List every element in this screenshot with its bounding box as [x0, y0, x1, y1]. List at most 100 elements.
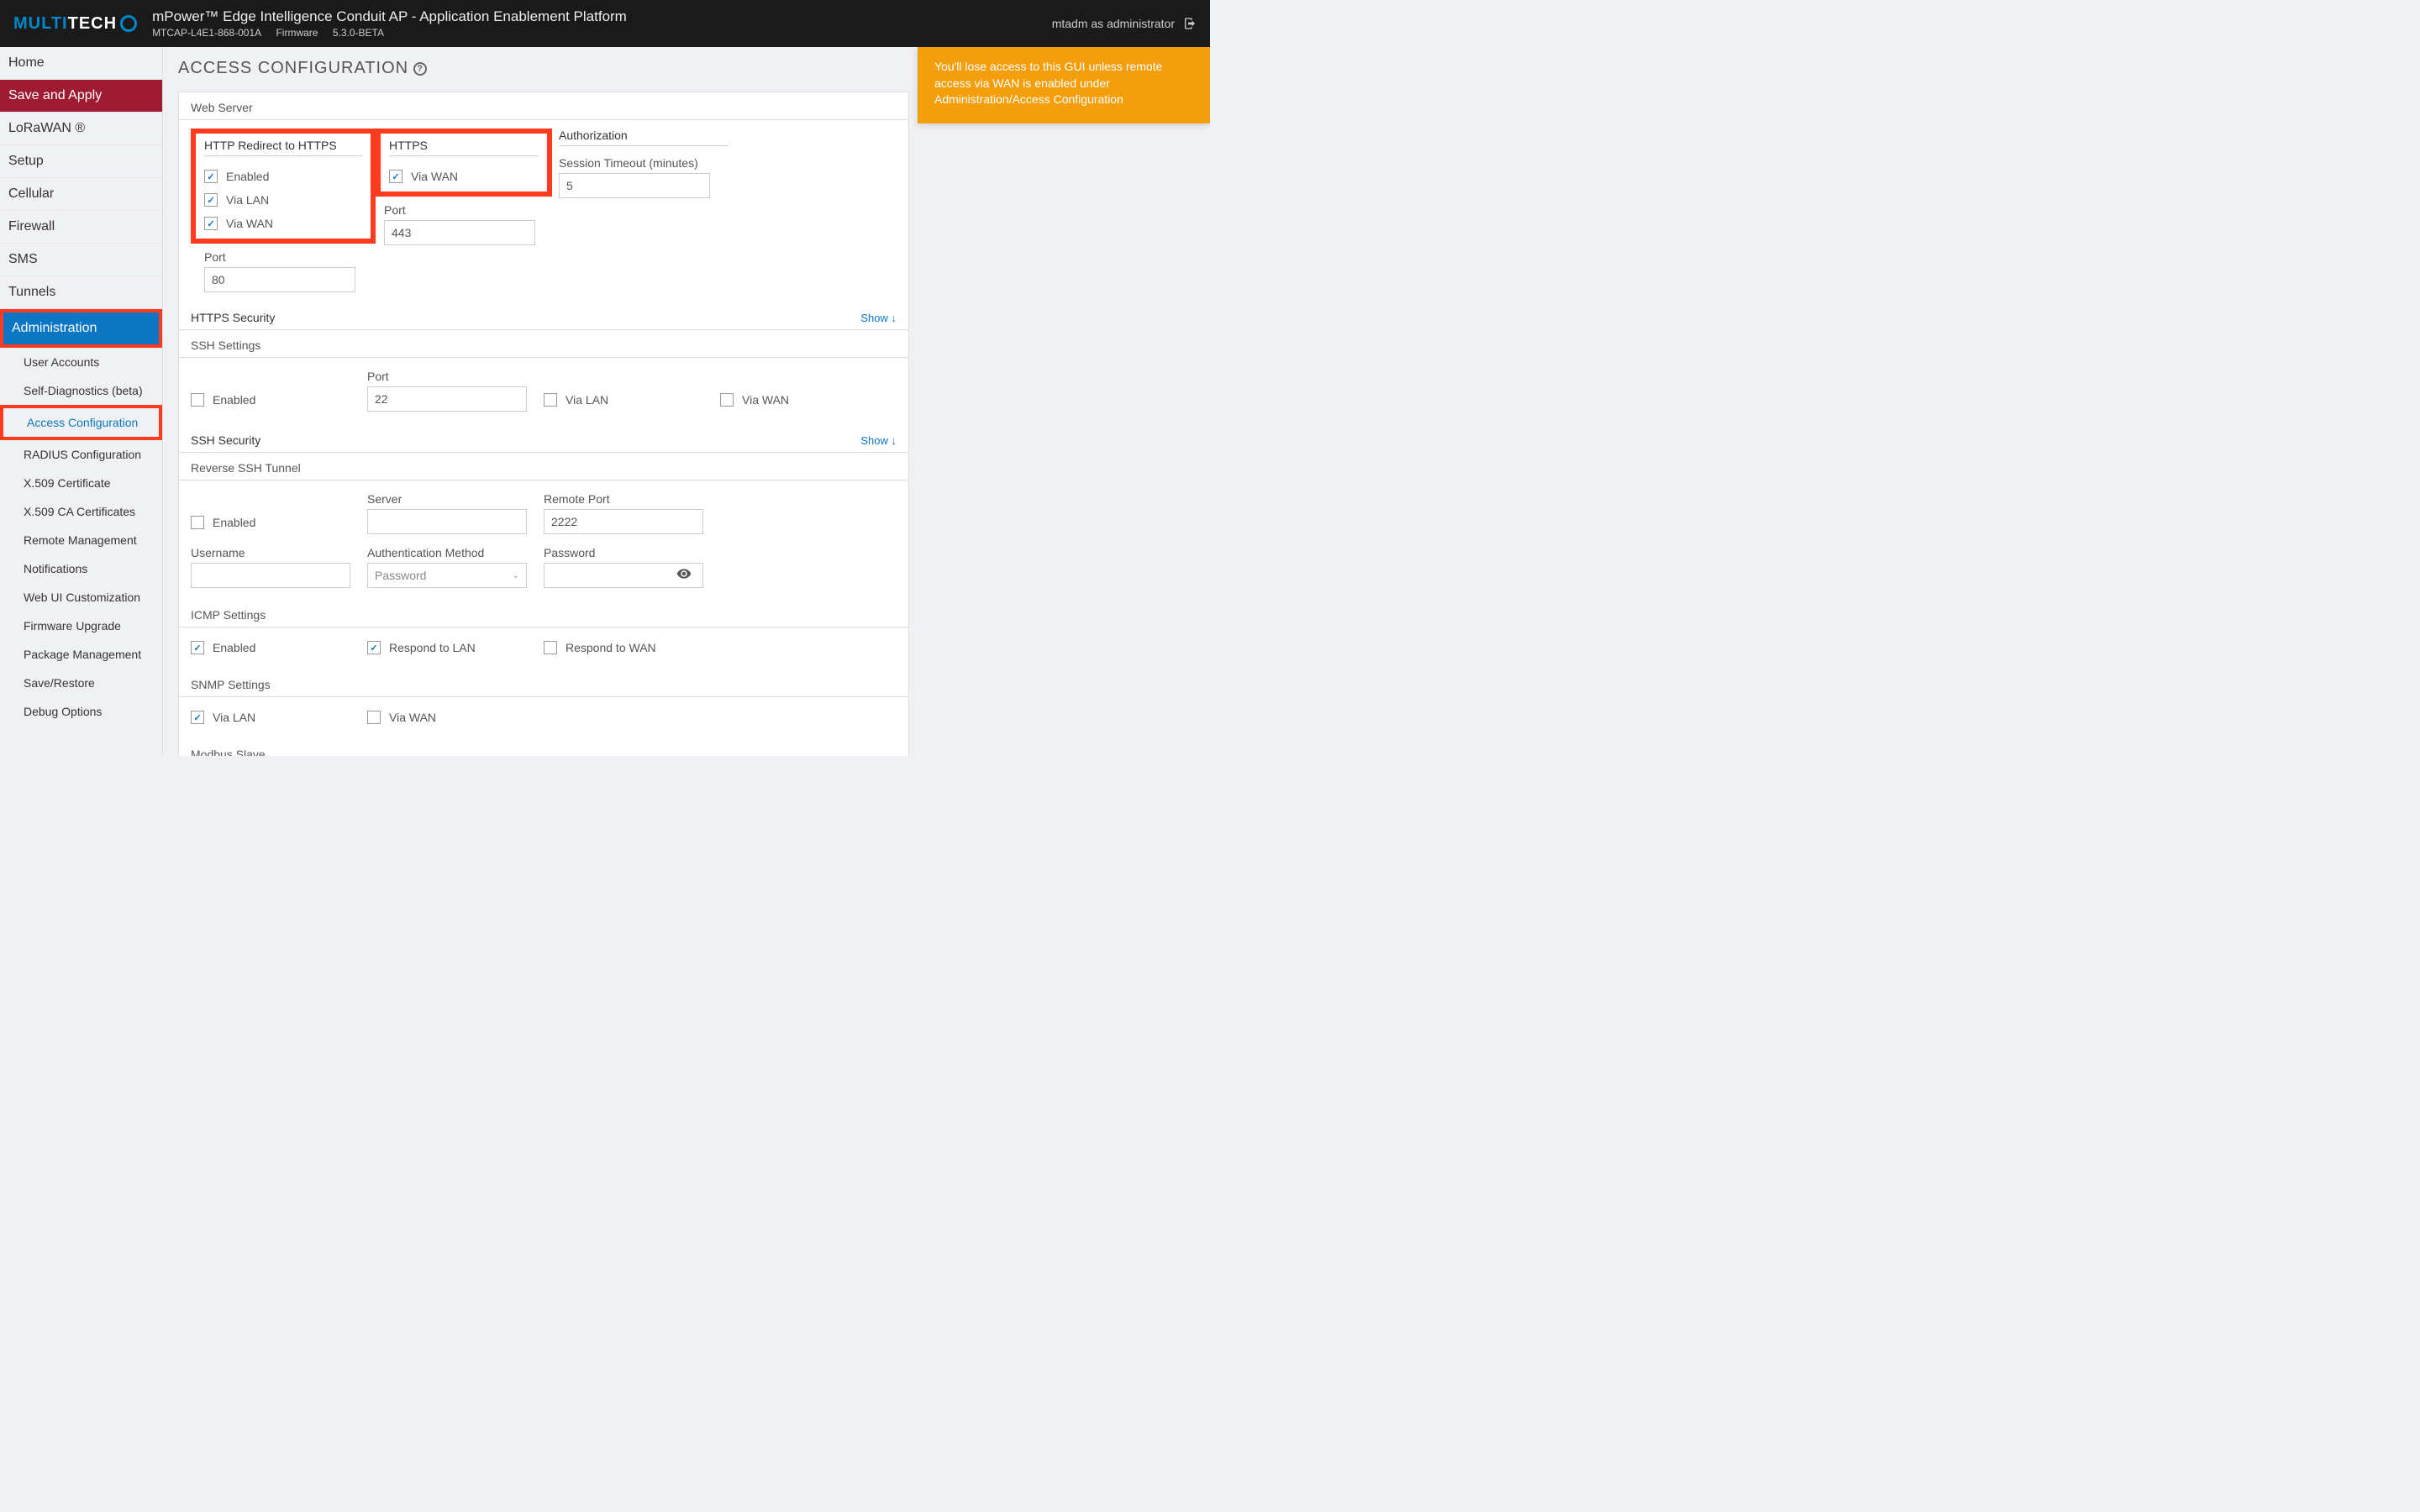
sidebar-subitem-user-accounts[interactable]: User Accounts: [0, 348, 162, 376]
label-ssh-via-wan: Via WAN: [742, 393, 789, 407]
sidebar-subitem-radius[interactable]: RADIUS Configuration: [0, 440, 162, 469]
sidebar-subitem-pkg-mgmt[interactable]: Package Management: [0, 640, 162, 669]
label-rssh-enabled: Enabled: [213, 516, 255, 529]
sidebar-subitem-remote-mgmt[interactable]: Remote Management: [0, 526, 162, 554]
subsection-https: HTTPS: [389, 139, 539, 156]
label-http-via-lan: Via LAN: [226, 193, 269, 207]
highlight-administration: Administration: [0, 309, 162, 348]
sidebar-item-save-apply[interactable]: Save and Apply: [0, 80, 162, 113]
logo[interactable]: MULTITECH: [13, 14, 137, 34]
input-session-timeout[interactable]: [559, 173, 710, 198]
top-header: MULTITECH mPower™ Edge Intelligence Cond…: [0, 0, 1210, 47]
input-ssh-port[interactable]: [367, 386, 527, 412]
input-rssh-server[interactable]: [367, 509, 527, 534]
section-web-server: Web Server: [179, 92, 908, 120]
label-ssh-enabled: Enabled: [213, 393, 255, 407]
subsection-authorization: Authorization: [559, 129, 729, 146]
ssh-security-label: SSH Security: [191, 433, 260, 447]
sidebar-subitem-x509-ca[interactable]: X.509 CA Certificates: [0, 497, 162, 526]
show-link-https-security[interactable]: Show ↓: [860, 312, 897, 324]
model-number: MTCAP-L4E1-868-001A: [152, 27, 261, 39]
sidebar-item-cellular[interactable]: Cellular: [0, 178, 162, 211]
checkbox-icmp-enabled[interactable]: [191, 641, 204, 654]
label-rssh-password: Password: [544, 543, 712, 559]
label-https-via-wan: Via WAN: [411, 170, 458, 183]
checkbox-ssh-via-wan[interactable]: [720, 393, 734, 407]
sidebar-subitem-x509-cert[interactable]: X.509 Certificate: [0, 469, 162, 497]
header-left: MULTITECH mPower™ Edge Intelligence Cond…: [13, 8, 627, 39]
sidebar-subitem-self-diag[interactable]: Self-Diagnostics (beta): [0, 376, 162, 405]
header-right: mtadm as administrator: [1052, 17, 1197, 30]
https-security-label: HTTPS Security: [191, 311, 275, 324]
chevron-down-icon: ⌄: [513, 571, 519, 580]
access-config-panel: Web Server HTTP Redirect to HTTPS Enable…: [178, 92, 909, 756]
label-rssh-server: Server: [367, 489, 544, 506]
label-snmp-via-wan: Via WAN: [389, 711, 436, 724]
input-https-port[interactable]: [384, 220, 535, 245]
label-ssh-via-lan: Via LAN: [566, 393, 608, 407]
label-rssh-username: Username: [191, 543, 367, 559]
input-http-port[interactable]: [204, 267, 355, 292]
checkbox-snmp-via-lan[interactable]: [191, 711, 204, 724]
label-http-via-wan: Via WAN: [226, 217, 273, 230]
main-content: You'll lose access to this GUI unless re…: [163, 47, 1210, 756]
highlight-access-config: Access Configuration: [0, 405, 162, 440]
checkbox-ssh-enabled[interactable]: [191, 393, 204, 407]
product-title: mPower™ Edge Intelligence Conduit AP - A…: [152, 8, 627, 25]
label-rssh-remote-port: Remote Port: [544, 489, 720, 506]
sidebar-item-lorawan[interactable]: LoRaWAN ®: [0, 113, 162, 145]
firmware-version: 5.3.0-BETA: [333, 27, 384, 39]
sidebar-subitem-fw-upgrade[interactable]: Firmware Upgrade: [0, 612, 162, 640]
sidebar-item-home[interactable]: Home: [0, 47, 162, 80]
checkbox-rssh-enabled[interactable]: [191, 516, 204, 529]
sidebar-subitem-webui[interactable]: Web UI Customization: [0, 583, 162, 612]
checkbox-http-via-wan[interactable]: [204, 217, 218, 230]
checkbox-snmp-via-wan[interactable]: [367, 711, 381, 724]
sidebar-item-tunnels[interactable]: Tunnels: [0, 276, 162, 309]
eye-icon[interactable]: [676, 566, 692, 581]
label-http-port: Port: [204, 247, 362, 264]
warning-notification: You'll lose access to this GUI unless re…: [918, 47, 1210, 123]
checkbox-http-via-lan[interactable]: [204, 193, 218, 207]
highlight-https: HTTPS Via WAN: [376, 129, 552, 197]
checkbox-icmp-respond-wan[interactable]: [544, 641, 557, 654]
header-titles: mPower™ Edge Intelligence Conduit AP - A…: [152, 8, 627, 39]
sidebar-item-administration[interactable]: Administration: [3, 312, 159, 344]
checkbox-icmp-respond-lan[interactable]: [367, 641, 381, 654]
sidebar: Home Save and Apply LoRaWAN ® Setup Cell…: [0, 47, 163, 756]
label-rssh-auth-method: Authentication Method: [367, 543, 544, 559]
logout-icon[interactable]: [1183, 17, 1197, 30]
sidebar-subitem-access-config[interactable]: Access Configuration: [3, 408, 159, 437]
user-text: mtadm as administrator: [1052, 17, 1175, 30]
label-http-enabled: Enabled: [226, 170, 269, 183]
label-snmp-via-lan: Via LAN: [213, 711, 255, 724]
sidebar-item-firewall[interactable]: Firewall: [0, 211, 162, 244]
help-icon[interactable]: ?: [413, 62, 427, 76]
sidebar-subitem-debug[interactable]: Debug Options: [0, 697, 162, 726]
show-link-ssh-security[interactable]: Show ↓: [860, 434, 897, 447]
label-icmp-respond-lan: Respond to LAN: [389, 641, 476, 654]
sidebar-subitem-notifications[interactable]: Notifications: [0, 554, 162, 583]
input-rssh-username[interactable]: [191, 563, 350, 588]
section-icmp: ICMP Settings: [179, 596, 908, 627]
label-session-timeout: Session Timeout (minutes): [559, 155, 729, 170]
highlight-http-redirect: HTTP Redirect to HTTPS Enabled Via LAN V…: [191, 129, 376, 244]
subsection-http-redirect: HTTP Redirect to HTTPS: [204, 139, 362, 156]
sidebar-subitem-save-restore[interactable]: Save/Restore: [0, 669, 162, 697]
checkbox-http-enabled[interactable]: [204, 170, 218, 183]
sidebar-item-setup[interactable]: Setup: [0, 145, 162, 178]
page-title-text: ACCESS CONFIGURATION: [178, 59, 408, 78]
select-rssh-auth-value: Password: [375, 569, 426, 582]
label-icmp-enabled: Enabled: [213, 641, 255, 654]
checkbox-ssh-via-lan[interactable]: [544, 393, 557, 407]
select-rssh-auth-method[interactable]: Password ⌄: [367, 563, 527, 588]
label-https-port: Port: [384, 200, 552, 217]
input-rssh-remote-port[interactable]: [544, 509, 703, 534]
section-ssh-security: SSH Security Show ↓: [179, 423, 908, 453]
label-ssh-port: Port: [367, 366, 544, 383]
section-https-security: HTTPS Security Show ↓: [179, 301, 908, 330]
firmware-label: Firmware: [276, 27, 318, 39]
checkbox-https-via-wan[interactable]: [389, 170, 402, 183]
sidebar-item-sms[interactable]: SMS: [0, 244, 162, 276]
section-modbus: Modbus Slave: [179, 739, 908, 756]
